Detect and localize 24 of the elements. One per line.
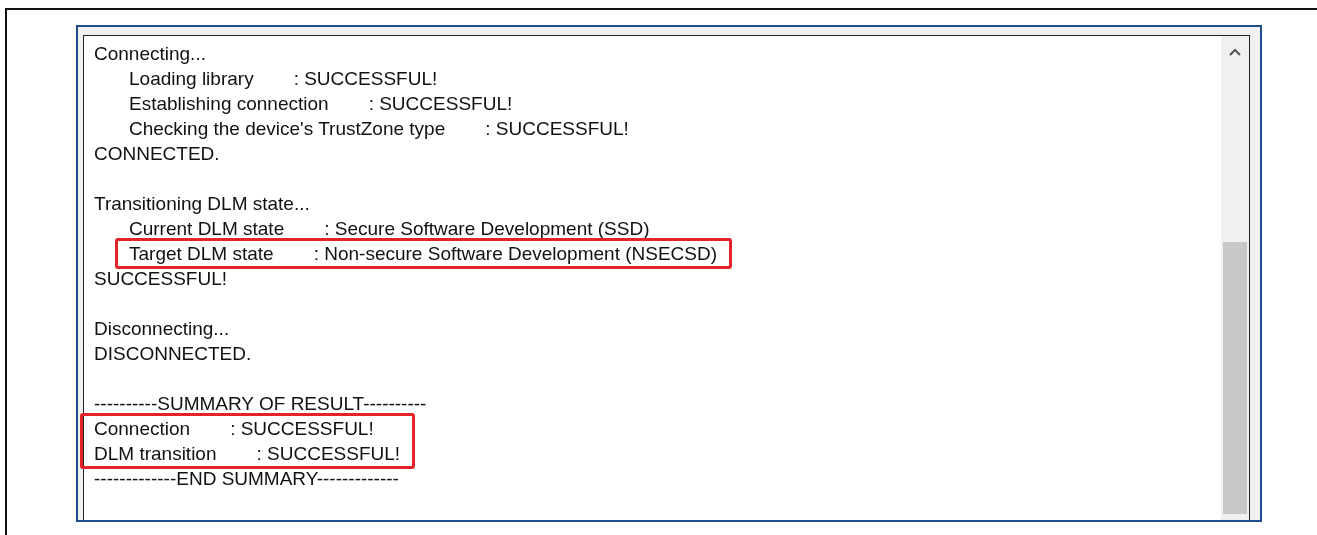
field-label: Current DLM state [129,217,285,240]
console-line: Transitioning DLM state... [94,192,310,215]
console-line: ----------SUMMARY OF RESULT---------- [94,392,427,415]
field-value: : SUCCESSFUL! [485,117,629,140]
field-label: Checking the device's TrustZone type [129,117,446,140]
scrollbar-thumb[interactable] [1223,242,1247,514]
console-line: Disconnecting... [94,317,230,340]
field-label: Target DLM state [129,242,274,265]
console-line: -------------END SUMMARY------------- [94,467,399,490]
console-line: DISCONNECTED. [94,342,252,365]
field-value: : SUCCESSFUL! [368,92,513,115]
console-line: CONNECTED. [94,142,220,165]
field-value: : SUCCESSFUL! [230,417,374,440]
field-value: : SUCCESSFUL! [293,67,438,90]
console-line: Connecting... [94,42,206,65]
field-value: : Secure Software Development (SSD) [324,217,650,240]
field-value: : Non-secure Software Development (NSECSD) [313,242,718,265]
chevron-up-icon [1229,48,1241,56]
field-label: Connection [94,417,191,440]
field-label: Loading library [129,67,254,90]
field-label: DLM transition [94,442,217,465]
field-value: : SUCCESSFUL! [256,442,401,465]
field-label: Establishing connection [129,92,329,115]
console-line: SUCCESSFUL! [94,267,228,290]
